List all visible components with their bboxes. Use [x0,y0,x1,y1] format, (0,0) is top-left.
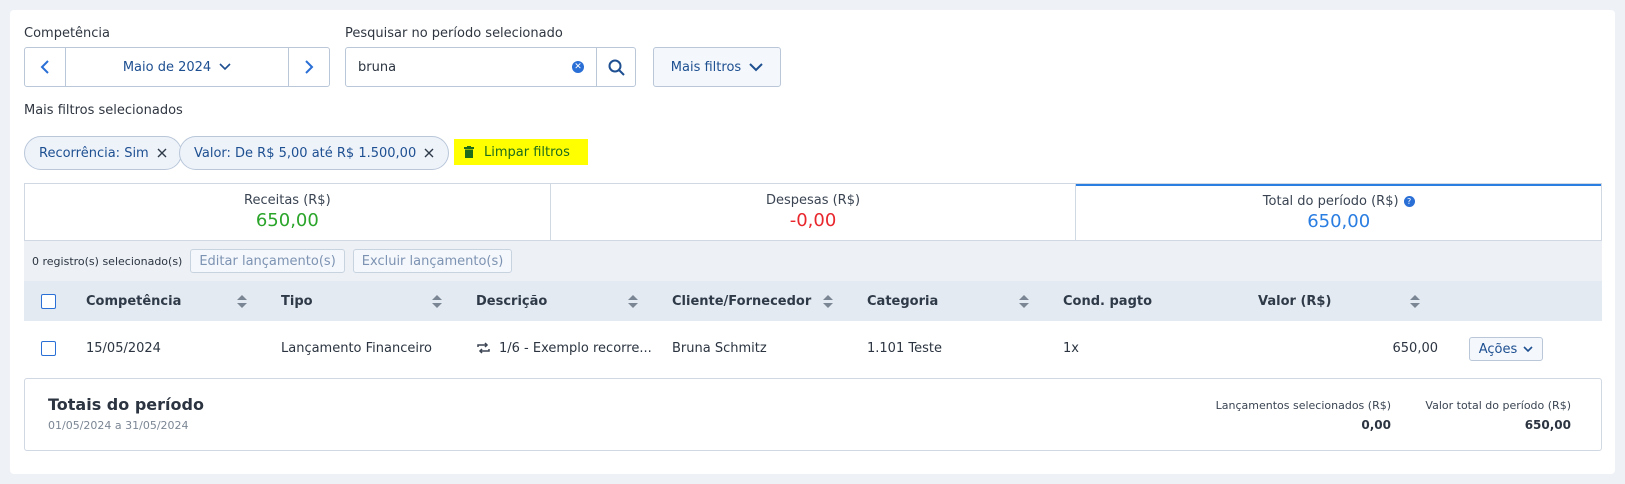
filter-chip-recorrencia[interactable]: Recorrência: Sim [24,136,182,170]
sort-icon[interactable] [1410,295,1420,309]
month-dropdown[interactable]: Maio de 2024 [65,48,289,86]
search-label: Pesquisar no período selecionado [345,26,563,41]
receitas-value: 650,00 [255,210,319,231]
chevron-right-icon [305,60,314,74]
prev-month-button[interactable] [25,48,65,86]
bulk-actions-bar: 0 registro(s) selecionado(s) Editar lanç… [24,241,1602,281]
cell-competencia: 15/05/2024 [86,340,161,356]
receitas-label: Receitas (R$) [244,193,331,208]
period-total-value: 650,00 [1524,418,1571,432]
summary-receitas: Receitas (R$) 650,00 [25,184,551,240]
clear-search-icon[interactable]: ✕ [572,61,584,73]
table-row[interactable]: 15/05/2024 Lançamento Financeiro 1/6 - E… [24,321,1602,375]
totals-range: 01/05/2024 a 31/05/2024 [48,419,189,432]
totals-title: Totais do período [48,395,204,414]
total-value: 650,00 [1307,211,1371,232]
row-actions-button[interactable]: Ações [1469,337,1543,361]
selected-total-label: Lançamentos selecionados (R$) [1215,399,1391,412]
col-cond-pagto: Cond. pagto [1063,293,1153,309]
more-filters-button[interactable]: Mais filtros [653,47,781,87]
col-cliente[interactable]: Cliente/Fornecedor [672,281,811,321]
delete-entries-button[interactable]: Excluir lançamento(s) [352,249,513,273]
clear-filters-label: Limpar filtros [484,144,570,160]
cell-valor: 650,00 [1392,340,1439,356]
despesas-label: Despesas (R$) [765,193,861,208]
col-tipo[interactable]: Tipo [281,281,313,321]
close-icon[interactable] [157,148,167,158]
table-header: Competência Tipo Descrição Cliente/Forne… [24,281,1602,321]
despesas-value: -0,00 [789,210,837,231]
period-totals: Totais do período 01/05/2024 a 31/05/202… [24,378,1602,451]
selected-filters-label: Mais filtros selecionados [24,103,183,118]
row-checkbox[interactable] [41,341,56,356]
selected-total-value: 0,00 [1361,418,1391,432]
month-label: Maio de 2024 [122,59,212,75]
sort-icon[interactable] [1019,295,1029,309]
more-filters-label: Mais filtros [670,59,742,75]
sort-icon[interactable] [823,295,833,309]
competencia-label: Competência [24,26,111,41]
search-field: ✕ [345,47,597,87]
period-summary: Receitas (R$) 650,00 Despesas (R$) -0,00… [24,183,1602,241]
total-label-wrap: Total do período (R$) ? [1263,194,1415,209]
month-selector: Maio de 2024 [24,47,330,87]
summary-total: Total do período (R$) ? 650,00 [1076,184,1602,240]
selected-count: 0 registro(s) selecionado(s) [32,254,183,268]
main-card: Competência Maio de 2024 Pesquisar no pe… [10,10,1615,474]
search-button[interactable] [596,47,636,87]
cell-descricao: 1/6 - Exemplo recorre... [476,321,656,375]
col-descricao[interactable]: Descrição [476,281,547,321]
cell-cond-pagto: 1x [1063,340,1079,356]
summary-despesas: Despesas (R$) -0,00 [551,184,1077,240]
col-categoria[interactable]: Categoria [867,281,938,321]
period-total-label: Valor total do período (R$) [1425,399,1571,412]
cell-cliente: Bruna Schmitz [672,340,767,356]
cell-tipo: Lançamento Financeiro [281,340,433,356]
descricao-text: 1/6 - Exemplo recorre... [499,340,652,356]
filter-chip-valor[interactable]: Valor: De R$ 5,00 até R$ 1.500,00 [179,136,450,170]
search-input[interactable] [358,59,572,75]
select-all-checkbox[interactable] [41,294,56,309]
next-month-button[interactable] [289,48,329,86]
sort-icon[interactable] [432,295,442,309]
close-icon[interactable] [424,148,434,158]
col-competencia[interactable]: Competência [86,281,181,321]
chevron-left-icon [40,60,49,74]
chevron-down-icon [749,62,763,71]
trash-icon [464,146,474,158]
chip-label: Valor: De R$ 5,00 até R$ 1.500,00 [194,145,417,161]
recurring-icon [477,342,490,354]
clear-filters-button[interactable]: Limpar filtros [454,139,588,165]
col-valor[interactable]: Valor (R$) [1258,281,1331,321]
total-label: Total do período (R$) [1262,194,1399,209]
sort-icon[interactable] [237,295,247,309]
chevron-down-icon [219,63,231,71]
edit-entries-button[interactable]: Editar lançamento(s) [190,249,345,273]
sort-icon[interactable] [628,295,638,309]
cell-categoria: 1.101 Teste [867,340,942,356]
help-icon[interactable]: ? [1403,196,1415,207]
search-icon [608,59,625,76]
chip-label: Recorrência: Sim [39,145,149,161]
chevron-down-icon [1523,345,1533,352]
acoes-label: Ações [1478,341,1518,357]
